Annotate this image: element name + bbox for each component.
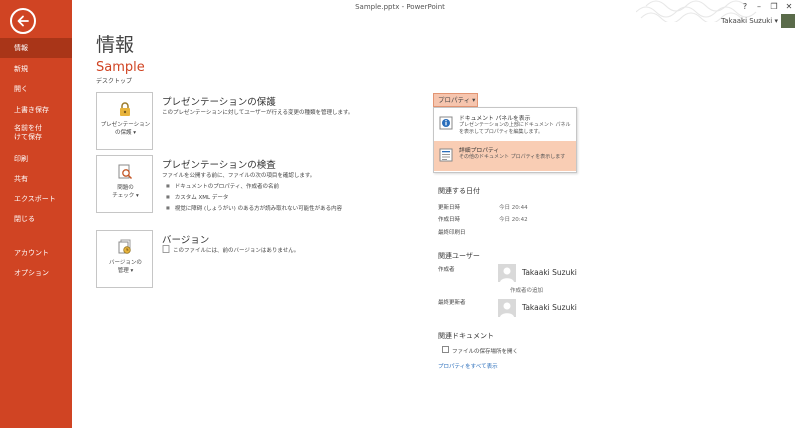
nav-export[interactable]: エクスポート: [0, 189, 72, 209]
created-value: 今日 20:42: [499, 217, 528, 223]
inspect-bullet: カスタム XML データ: [166, 193, 229, 201]
versions-button-label-1: バージョンの: [109, 260, 142, 266]
open-file-location-link[interactable]: ファイルの保存場所を開く: [452, 347, 518, 355]
open-location-icon[interactable]: [442, 346, 449, 353]
menu-item-description: プレゼンテーションの上部にドキュメント パネルを表示してプロパティを編集します。: [459, 122, 571, 135]
nav-new[interactable]: 新規: [0, 59, 72, 79]
modified-label: 更新日時: [438, 205, 461, 211]
protect-description: このプレゼンテーションに対してユーザーが行える変更の種類を管理します。: [162, 110, 354, 116]
modified-value: 今日 20:44: [499, 205, 528, 211]
nav-close[interactable]: 閉じる: [0, 209, 72, 229]
person-icon: [498, 264, 516, 282]
window-title: Sample.pptx - PowerPoint: [355, 3, 445, 11]
nav-open[interactable]: 開く: [0, 79, 72, 99]
back-arrow-icon[interactable]: [10, 8, 36, 34]
menu-item-title: 詳細プロパティ: [459, 148, 500, 154]
document-location: デスクトップ: [96, 78, 133, 85]
inspect-title: プレゼンテーションの検査: [162, 160, 276, 171]
info-panel-icon: [439, 116, 453, 130]
close-button[interactable]: ✕: [782, 2, 796, 11]
backstage-sidebar: 情報 新規 開く 上書き保存 名前を付けて保存 印刷 共有 エクスポート 閉じる…: [0, 0, 72, 428]
nav-save[interactable]: 上書き保存: [0, 100, 72, 120]
last-modified-by-name[interactable]: Takaaki Suzuki: [522, 303, 577, 312]
lock-icon: [120, 102, 130, 116]
check-issues-button[interactable]: 問題のチェック ▾: [96, 155, 153, 213]
created-label: 作成日時: [438, 217, 461, 223]
last-printed-label: 最終印刷日: [438, 230, 466, 236]
add-author-link[interactable]: 作成者の追加: [510, 286, 543, 294]
user-avatar[interactable]: [781, 14, 795, 28]
nav-share[interactable]: 共有: [0, 169, 72, 189]
show-all-properties-link[interactable]: プロパティをすべて表示: [438, 362, 498, 370]
properties-dropdown-button[interactable]: プロパティ ▾: [433, 93, 478, 107]
menu-item-show-document-panel[interactable]: ドキュメント パネルを表示 プレゼンテーションの上部にドキュメント パネルを表示…: [434, 109, 576, 139]
related-dates-heading: 関連する日付: [438, 187, 480, 195]
check-button-label-1: 問題の: [117, 185, 134, 191]
versions-button-label-2: 管理 ▾: [117, 268, 134, 274]
menu-item-description: その他のドキュメント プロパティを表示します: [459, 154, 566, 160]
nav-account[interactable]: アカウント: [0, 243, 72, 263]
help-button[interactable]: ?: [738, 2, 752, 11]
inspect-bullet: 視覚に障碍 (しょうがい) のある方が読み取れない可能性がある内容: [166, 204, 342, 212]
nav-options[interactable]: オプション: [0, 263, 72, 283]
last-modified-by-label: 最終更新者: [438, 300, 466, 306]
inspect-description: ファイルを公開する前に、ファイルの次の項目を確認します。: [162, 173, 316, 179]
manage-versions-button[interactable]: バージョンの 管理 ▾: [96, 230, 153, 288]
check-button-label-2: チェック ▾: [112, 193, 139, 199]
versions-description: このファイルには、前のバージョンはありません。: [173, 248, 300, 254]
inspect-bullet: ドキュメントのプロパティ、作成者の名前: [166, 182, 279, 190]
document-name: Sample: [96, 60, 145, 75]
properties-icon: [439, 148, 453, 162]
versions-title: バージョン: [162, 235, 210, 246]
user-name[interactable]: Takaaki Suzuki ▾: [721, 17, 778, 25]
person-icon: [498, 299, 516, 317]
page-title: 情報: [96, 34, 135, 56]
menu-item-advanced-properties[interactable]: 詳細プロパティ その他のドキュメント プロパティを表示します: [434, 141, 576, 171]
versions-icon: [118, 239, 131, 254]
menu-item-title: ドキュメント パネルを表示: [459, 116, 531, 122]
inspect-icon: [118, 164, 133, 180]
minimize-button[interactable]: –: [752, 2, 766, 11]
restore-button[interactable]: ❐: [767, 2, 781, 11]
nav-info[interactable]: 情報: [0, 38, 72, 58]
protect-button-label-2: の保護 ▾: [114, 130, 136, 136]
author-name[interactable]: Takaaki Suzuki: [522, 268, 577, 277]
protect-presentation-button[interactable]: プレゼンテーション の保護 ▾: [96, 92, 153, 150]
document-icon: [162, 245, 170, 253]
related-people-heading: 関連ユーザー: [438, 252, 480, 260]
protect-button-label-1: プレゼンテーション: [100, 122, 151, 128]
author-label: 作成者: [438, 267, 455, 273]
related-documents-heading: 関連ドキュメント: [438, 332, 494, 340]
protect-title: プレゼンテーションの保護: [162, 97, 276, 108]
nav-print[interactable]: 印刷: [0, 149, 72, 169]
properties-menu: ドキュメント パネルを表示 プレゼンテーションの上部にドキュメント パネルを表示…: [433, 107, 577, 173]
nav-save-as[interactable]: 名前を付けて保存: [0, 122, 72, 146]
